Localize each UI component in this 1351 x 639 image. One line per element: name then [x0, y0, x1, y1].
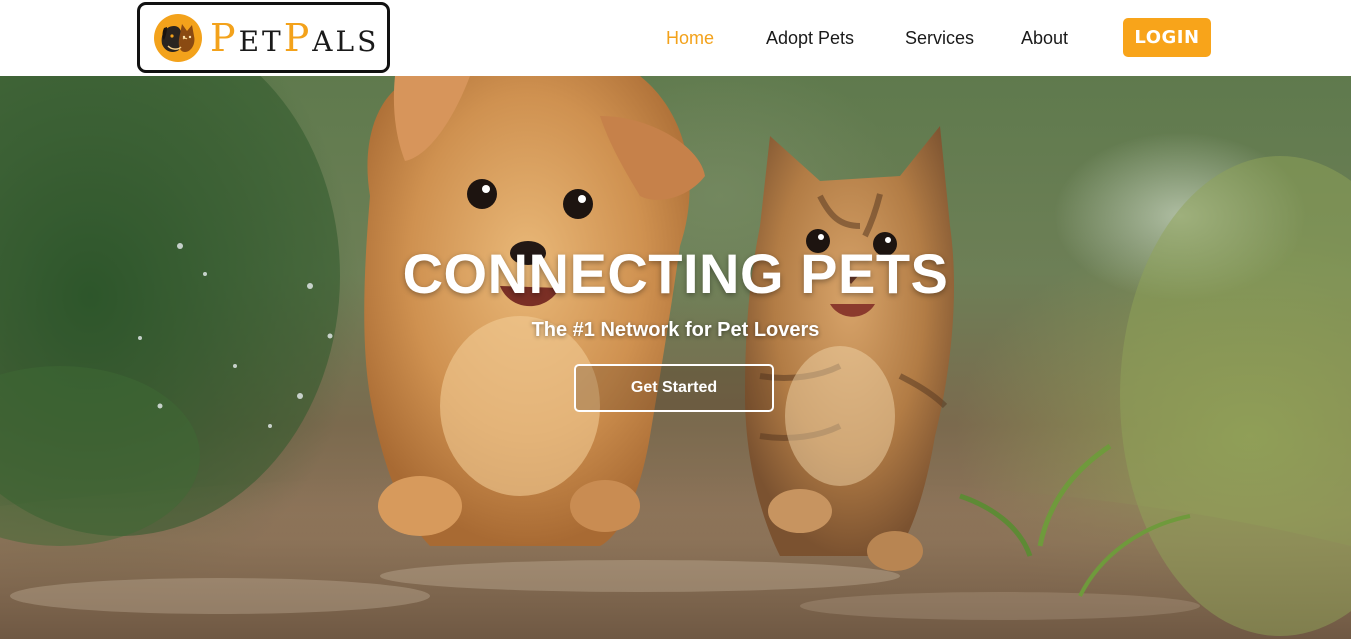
nav-adopt-pets-link[interactable]: Adopt Pets	[766, 26, 854, 50]
hero-subtitle: The #1 Network for Pet Lovers	[531, 319, 820, 341]
get-started-button[interactable]: Get Started	[574, 364, 774, 412]
site-header: PETPALS Home Adopt Pets Services About L…	[0, 0, 1351, 76]
login-button[interactable]: LOGIN	[1123, 18, 1211, 57]
hero-title: CONNECTING PETS	[402, 242, 949, 305]
main-nav: Home Adopt Pets Services About LOGIN	[0, 0, 1351, 76]
nav-home-link[interactable]: Home	[666, 26, 714, 50]
nav-services-link[interactable]: Services	[905, 26, 974, 50]
nav-about-link[interactable]: About	[1021, 26, 1068, 50]
hero-content: CONNECTING PETS The #1 Network for Pet L…	[0, 76, 1351, 639]
hero-section: CONNECTING PETS The #1 Network for Pet L…	[0, 76, 1351, 639]
